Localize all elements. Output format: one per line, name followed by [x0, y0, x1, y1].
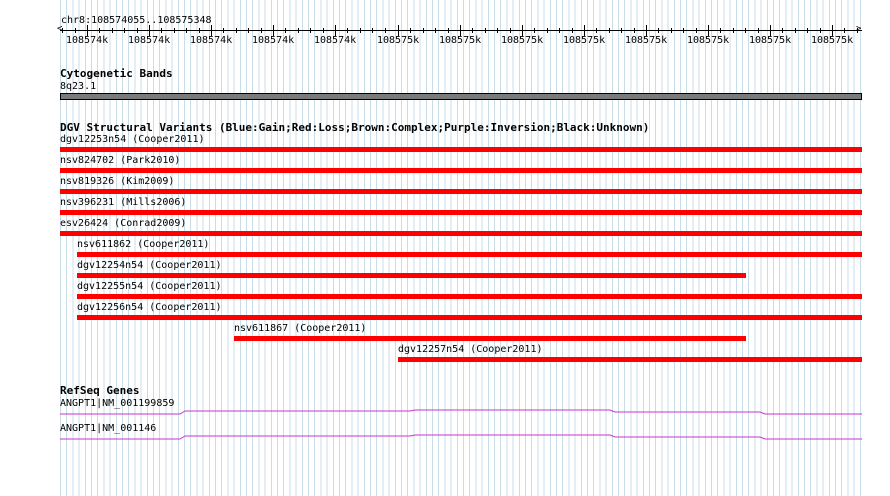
refseq-gene-models	[60, 409, 862, 440]
gene-model-1[interactable]	[60, 434, 862, 440]
gene-model-0[interactable]	[60, 409, 862, 415]
